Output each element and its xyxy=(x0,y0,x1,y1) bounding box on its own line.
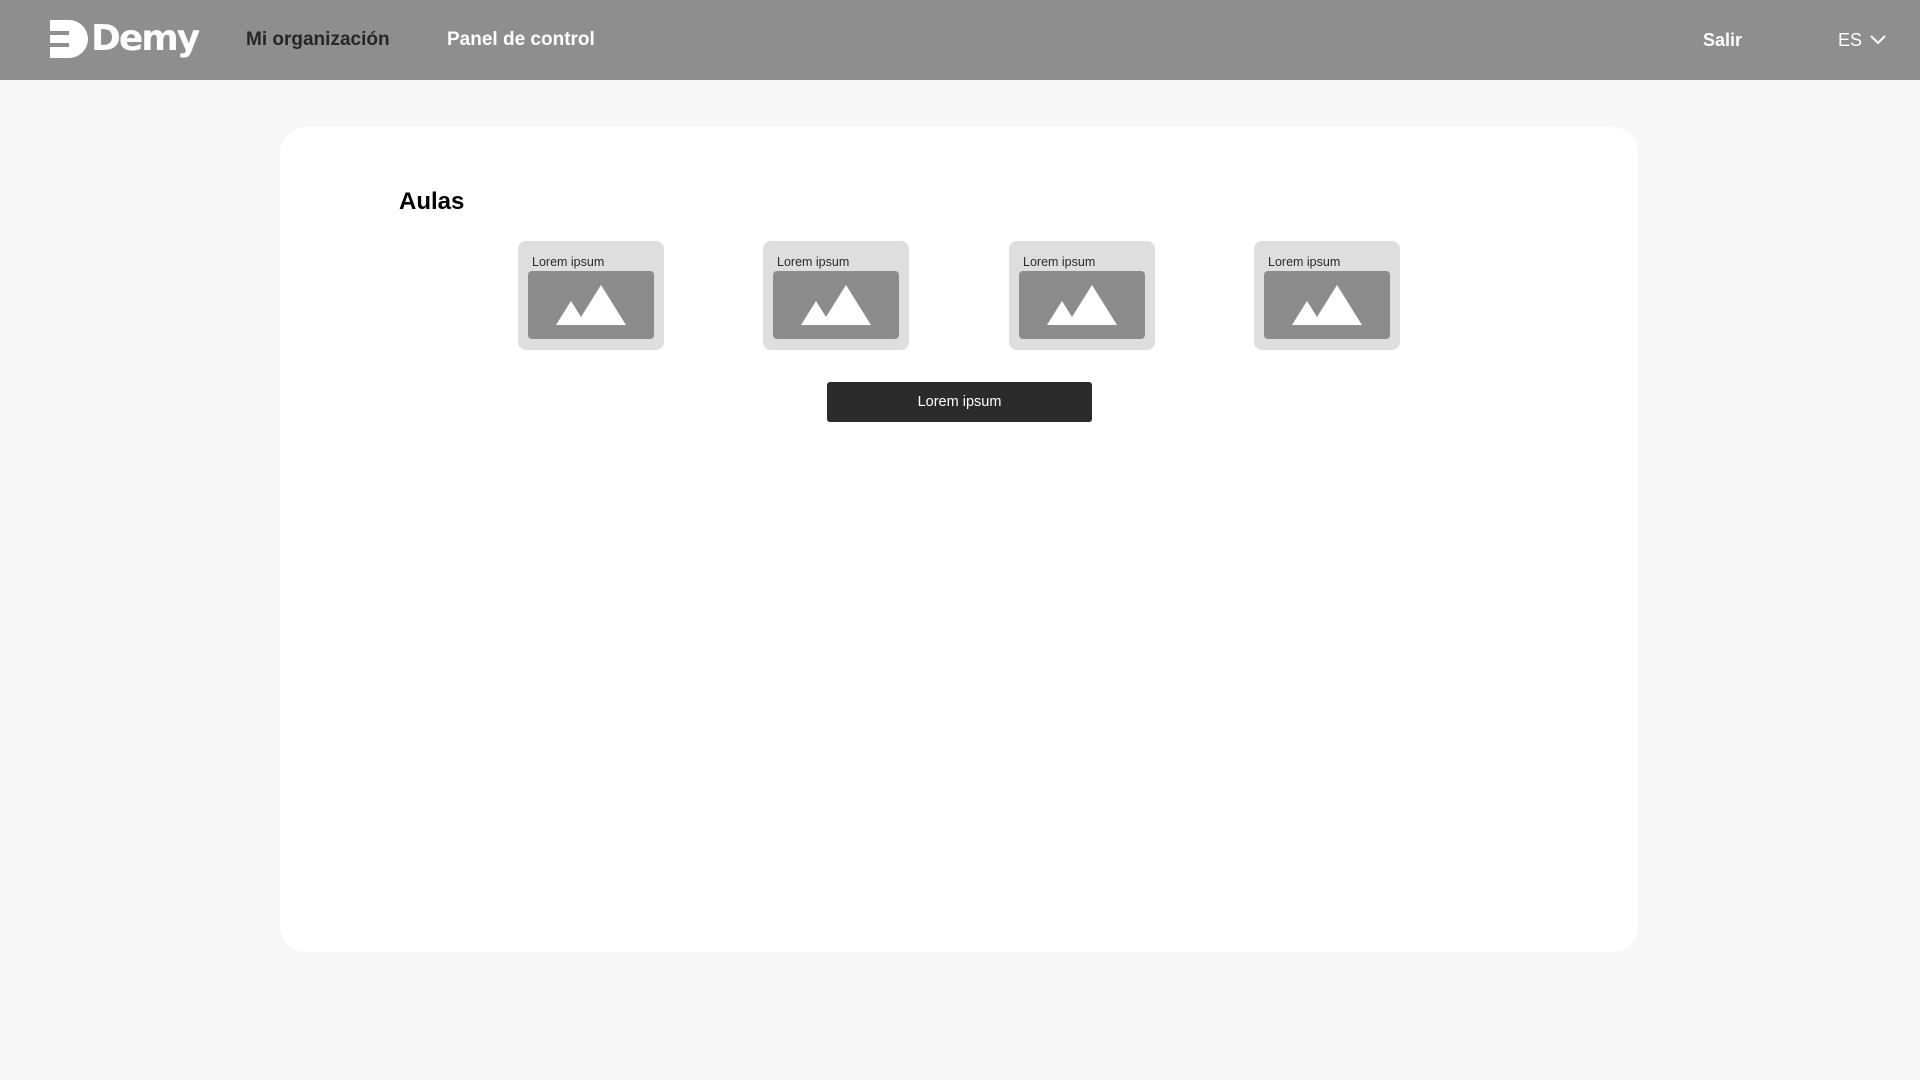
brand-name: Demy xyxy=(91,18,200,59)
classroom-card[interactable]: Lorem ipsum xyxy=(1009,241,1155,350)
page-title: Aulas xyxy=(399,188,465,215)
top-navigation-bar: Demy Mi organización Panel de control Sa… xyxy=(0,0,1920,80)
classroom-card-label: Lorem ipsum xyxy=(1268,255,1341,269)
nav-link-mi-organizacion[interactable]: Mi organización xyxy=(246,28,390,52)
language-selector[interactable]: ES xyxy=(1838,28,1886,52)
demy-logo[interactable]: Demy xyxy=(50,18,200,59)
classrooms-card: Aulas Lorem ipsum Lorem ipsum Lorem ipsu… xyxy=(280,127,1638,952)
classroom-card[interactable]: Lorem ipsum xyxy=(763,241,909,350)
image-placeholder-icon xyxy=(773,271,899,339)
image-placeholder-icon xyxy=(1019,271,1145,339)
image-placeholder-icon xyxy=(528,271,654,339)
classroom-card-label: Lorem ipsum xyxy=(777,255,850,269)
classroom-card[interactable]: Lorem ipsum xyxy=(518,241,664,350)
classroom-card[interactable]: Lorem ipsum xyxy=(1254,241,1400,350)
chevron-down-icon xyxy=(1870,35,1886,44)
classroom-card-label: Lorem ipsum xyxy=(1023,255,1096,269)
image-placeholder-icon xyxy=(1264,271,1390,339)
primary-action-button[interactable]: Lorem ipsum xyxy=(827,382,1092,422)
logout-link[interactable]: Salir xyxy=(1703,28,1742,52)
classroom-card-label: Lorem ipsum xyxy=(532,255,605,269)
nav-link-panel-de-control[interactable]: Panel de control xyxy=(447,28,595,52)
language-code: ES xyxy=(1838,30,1863,50)
demy-logo-icon xyxy=(50,20,88,58)
